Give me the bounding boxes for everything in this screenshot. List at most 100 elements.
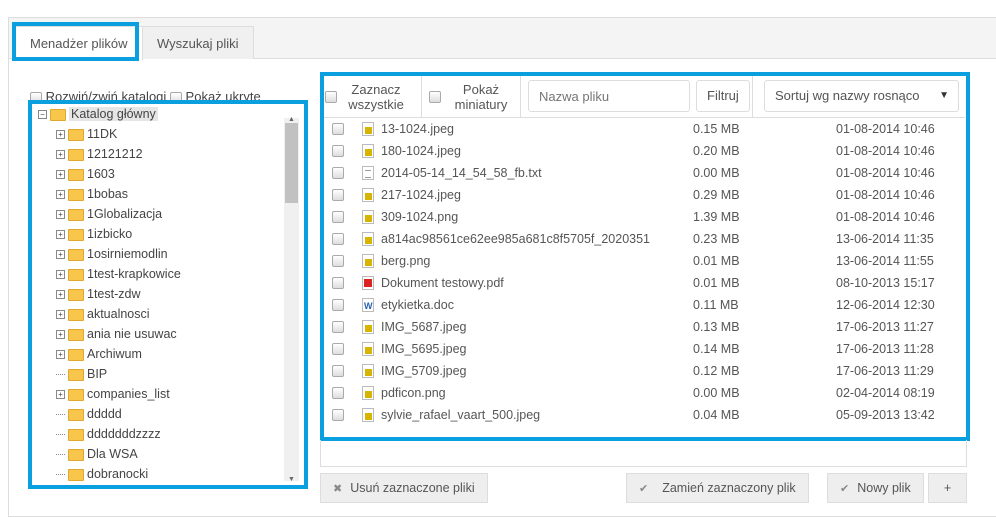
file-row[interactable]: Dokument testowy.pdf 0.01 MB 08-10-2013 15… xyxy=(324,272,965,294)
file-checkbox[interactable] xyxy=(332,299,344,311)
tree-item[interactable]: +1test-zdw xyxy=(32,284,303,304)
tree-item[interactable]: dddddddzzzz xyxy=(32,424,303,444)
tab-search-files[interactable]: Wyszukaj pliki xyxy=(142,26,254,59)
tree-item[interactable]: BIP xyxy=(32,364,303,384)
file-checkbox[interactable] xyxy=(332,189,344,201)
collapse-icon[interactable]: − xyxy=(38,110,47,120)
file-checkbox[interactable] xyxy=(332,409,344,421)
file-checkbox[interactable] xyxy=(332,255,344,267)
file-row[interactable]: sylvie_rafael_vaart_500.jpeg 0.04 MB 05-09… xyxy=(324,404,965,426)
tree-item[interactable]: +1izbicko xyxy=(32,224,303,244)
file-row[interactable]: 309-1024.png 1.39 MB 01-08-2014 10:46 xyxy=(324,206,965,228)
show-thumbnails-checkbox[interactable] xyxy=(429,91,441,103)
file-name[interactable]: 180-1024.jpeg xyxy=(381,140,651,162)
file-checkbox[interactable] xyxy=(332,277,344,289)
file-checkbox[interactable] xyxy=(332,343,344,355)
sort-select[interactable]: Sortuj wg nazwy rosnąco ▼ xyxy=(764,80,959,112)
tree-item[interactable]: + companies_list xyxy=(32,384,303,404)
delete-selected-button[interactable]: ✖ Usuń zaznaczone pliki xyxy=(320,473,488,503)
show-hidden-label: Pokaż ukryte xyxy=(185,89,261,104)
file-checkbox[interactable] xyxy=(332,211,344,223)
expand-icon[interactable]: + xyxy=(56,330,65,340)
expand-icon[interactable]: + xyxy=(56,190,65,200)
tree-item-label: BIP xyxy=(87,367,108,381)
file-name[interactable]: 309-1024.png xyxy=(381,206,651,228)
tree-item[interactable]: +1Globalizacja xyxy=(32,204,303,224)
check-icon: ✔ xyxy=(840,483,850,495)
tree-item[interactable]: +1603 xyxy=(32,164,303,184)
file-name[interactable]: IMG_5695.jpeg xyxy=(381,338,651,360)
file-name[interactable]: IMG_5709.jpeg xyxy=(381,360,651,382)
file-row[interactable]: 13-1024.jpeg 0.15 MB 01-08-2014 10:46 xyxy=(324,118,965,140)
file-row[interactable]: etykietka.doc 0.11 MB 12-06-2014 12:30 xyxy=(324,294,965,317)
file-row[interactable]: IMG_5695.jpeg 0.14 MB 17-06-2013 11:28 xyxy=(324,338,965,360)
file-name[interactable]: Dokument testowy.pdf xyxy=(381,272,651,294)
select-all[interactable]: Zaznacz wszystkie xyxy=(324,76,422,118)
file-name[interactable]: 13-1024.jpeg xyxy=(381,118,651,140)
file-checkbox[interactable] xyxy=(332,123,344,135)
file-row[interactable]: pdficon.png 0.00 MB 02-04-2014 08:19 xyxy=(324,382,965,404)
file-name[interactable]: etykietka.doc xyxy=(381,294,651,316)
file-name[interactable]: 2014-05-14_14_54_58_fb.txt xyxy=(381,162,651,184)
expand-icon[interactable]: + xyxy=(56,270,65,280)
tree-item[interactable]: dobranocki xyxy=(32,464,303,484)
expand-icon[interactable]: + xyxy=(56,250,65,260)
replace-file-button[interactable]: ✔ Zamień zaznaczony plik xyxy=(626,473,809,503)
file-checkbox[interactable] xyxy=(332,365,344,377)
file-size: 0.23 MB xyxy=(693,232,740,246)
file-checkbox[interactable] xyxy=(332,233,344,245)
expand-icon[interactable]: + xyxy=(56,230,65,240)
file-checkbox[interactable] xyxy=(332,145,344,157)
show-thumbnails[interactable]: Pokaż miniatury xyxy=(423,76,521,118)
tree-scrollbar[interactable]: ▲ ▼ xyxy=(284,116,299,483)
expand-icon[interactable]: + xyxy=(56,350,65,360)
tree-item[interactable]: ddddd xyxy=(32,404,303,424)
file-name[interactable]: a814ac98561ce62ee985a681c8f5705f_2020351 xyxy=(381,228,651,250)
select-all-checkbox[interactable] xyxy=(325,91,337,103)
expand-icon[interactable]: + xyxy=(56,290,65,300)
file-date: 13-06-2014 11:35 xyxy=(836,232,934,246)
file-name[interactable]: 217-1024.jpeg xyxy=(381,184,651,206)
file-checkbox[interactable] xyxy=(332,387,344,399)
file-row[interactable]: berg.png 0.01 MB 13-06-2014 11:55 xyxy=(324,250,965,272)
file-row[interactable]: IMG_5687.jpeg 0.13 MB 17-06-2013 11:27 xyxy=(324,316,965,338)
tree-item[interactable]: +12121212 xyxy=(32,144,303,164)
tree-item[interactable]: + aktualnosci xyxy=(32,304,303,324)
file-name[interactable]: IMG_5687.jpeg xyxy=(381,316,651,338)
tree-item[interactable]: +1osirniemodlin xyxy=(32,244,303,264)
file-row[interactable]: IMG_5709.jpeg 0.12 MB 17-06-2013 11:29 xyxy=(324,360,965,382)
expand-icon[interactable]: + xyxy=(56,130,65,140)
tree-item-label: 1Globalizacja xyxy=(87,207,163,221)
file-checkbox[interactable] xyxy=(332,167,344,179)
tree-item[interactable]: +1bobas xyxy=(32,184,303,204)
file-row[interactable]: 2014-05-14_14_54_58_fb.txt 0.00 MB 01-08-2… xyxy=(324,162,965,184)
add-button[interactable]: + xyxy=(928,473,967,503)
expand-icon[interactable]: + xyxy=(56,170,65,180)
tree-item[interactable]: + ania nie usuwac xyxy=(32,324,303,344)
scroll-thumb[interactable] xyxy=(285,123,298,203)
file-date: 05-09-2013 13:42 xyxy=(836,408,935,422)
tree-root[interactable]: − Katalog główny xyxy=(32,104,303,124)
tree-item[interactable]: Dla WSA xyxy=(32,444,303,464)
file-row[interactable]: 217-1024.jpeg 0.29 MB 01-08-2014 10:46 xyxy=(324,184,965,206)
file-row[interactable]: a814ac98561ce62ee985a681c8f5705f_2020351… xyxy=(324,228,965,250)
file-name[interactable]: berg.png xyxy=(381,250,651,272)
expand-icon[interactable]: + xyxy=(56,310,65,320)
file-row[interactable]: 180-1024.jpeg 0.20 MB 01-08-2014 10:46 xyxy=(324,140,965,162)
file-checkbox[interactable] xyxy=(332,321,344,333)
tree-item[interactable]: +11DK xyxy=(32,124,303,144)
expand-icon[interactable]: + xyxy=(56,210,65,220)
tree-item[interactable]: +1test-krapkowice xyxy=(32,264,303,284)
tab-file-manager[interactable]: Menadżer plików xyxy=(15,26,143,60)
file-name[interactable]: sylvie_rafael_vaart_500.jpeg xyxy=(381,404,651,426)
filename-input[interactable] xyxy=(528,80,690,112)
filter-button[interactable]: Filtruj xyxy=(696,80,750,112)
expand-icon[interactable]: + xyxy=(56,150,65,160)
new-file-button[interactable]: ✔ Nowy plik xyxy=(827,473,924,503)
expand-checkbox[interactable] xyxy=(30,91,42,104)
tree-item[interactable]: + Archiwum xyxy=(32,344,303,364)
tree-item-label: 11DK xyxy=(87,127,118,141)
expand-icon[interactable]: + xyxy=(56,390,65,400)
show-hidden-checkbox[interactable] xyxy=(169,91,182,104)
file-name[interactable]: pdficon.png xyxy=(381,382,651,404)
